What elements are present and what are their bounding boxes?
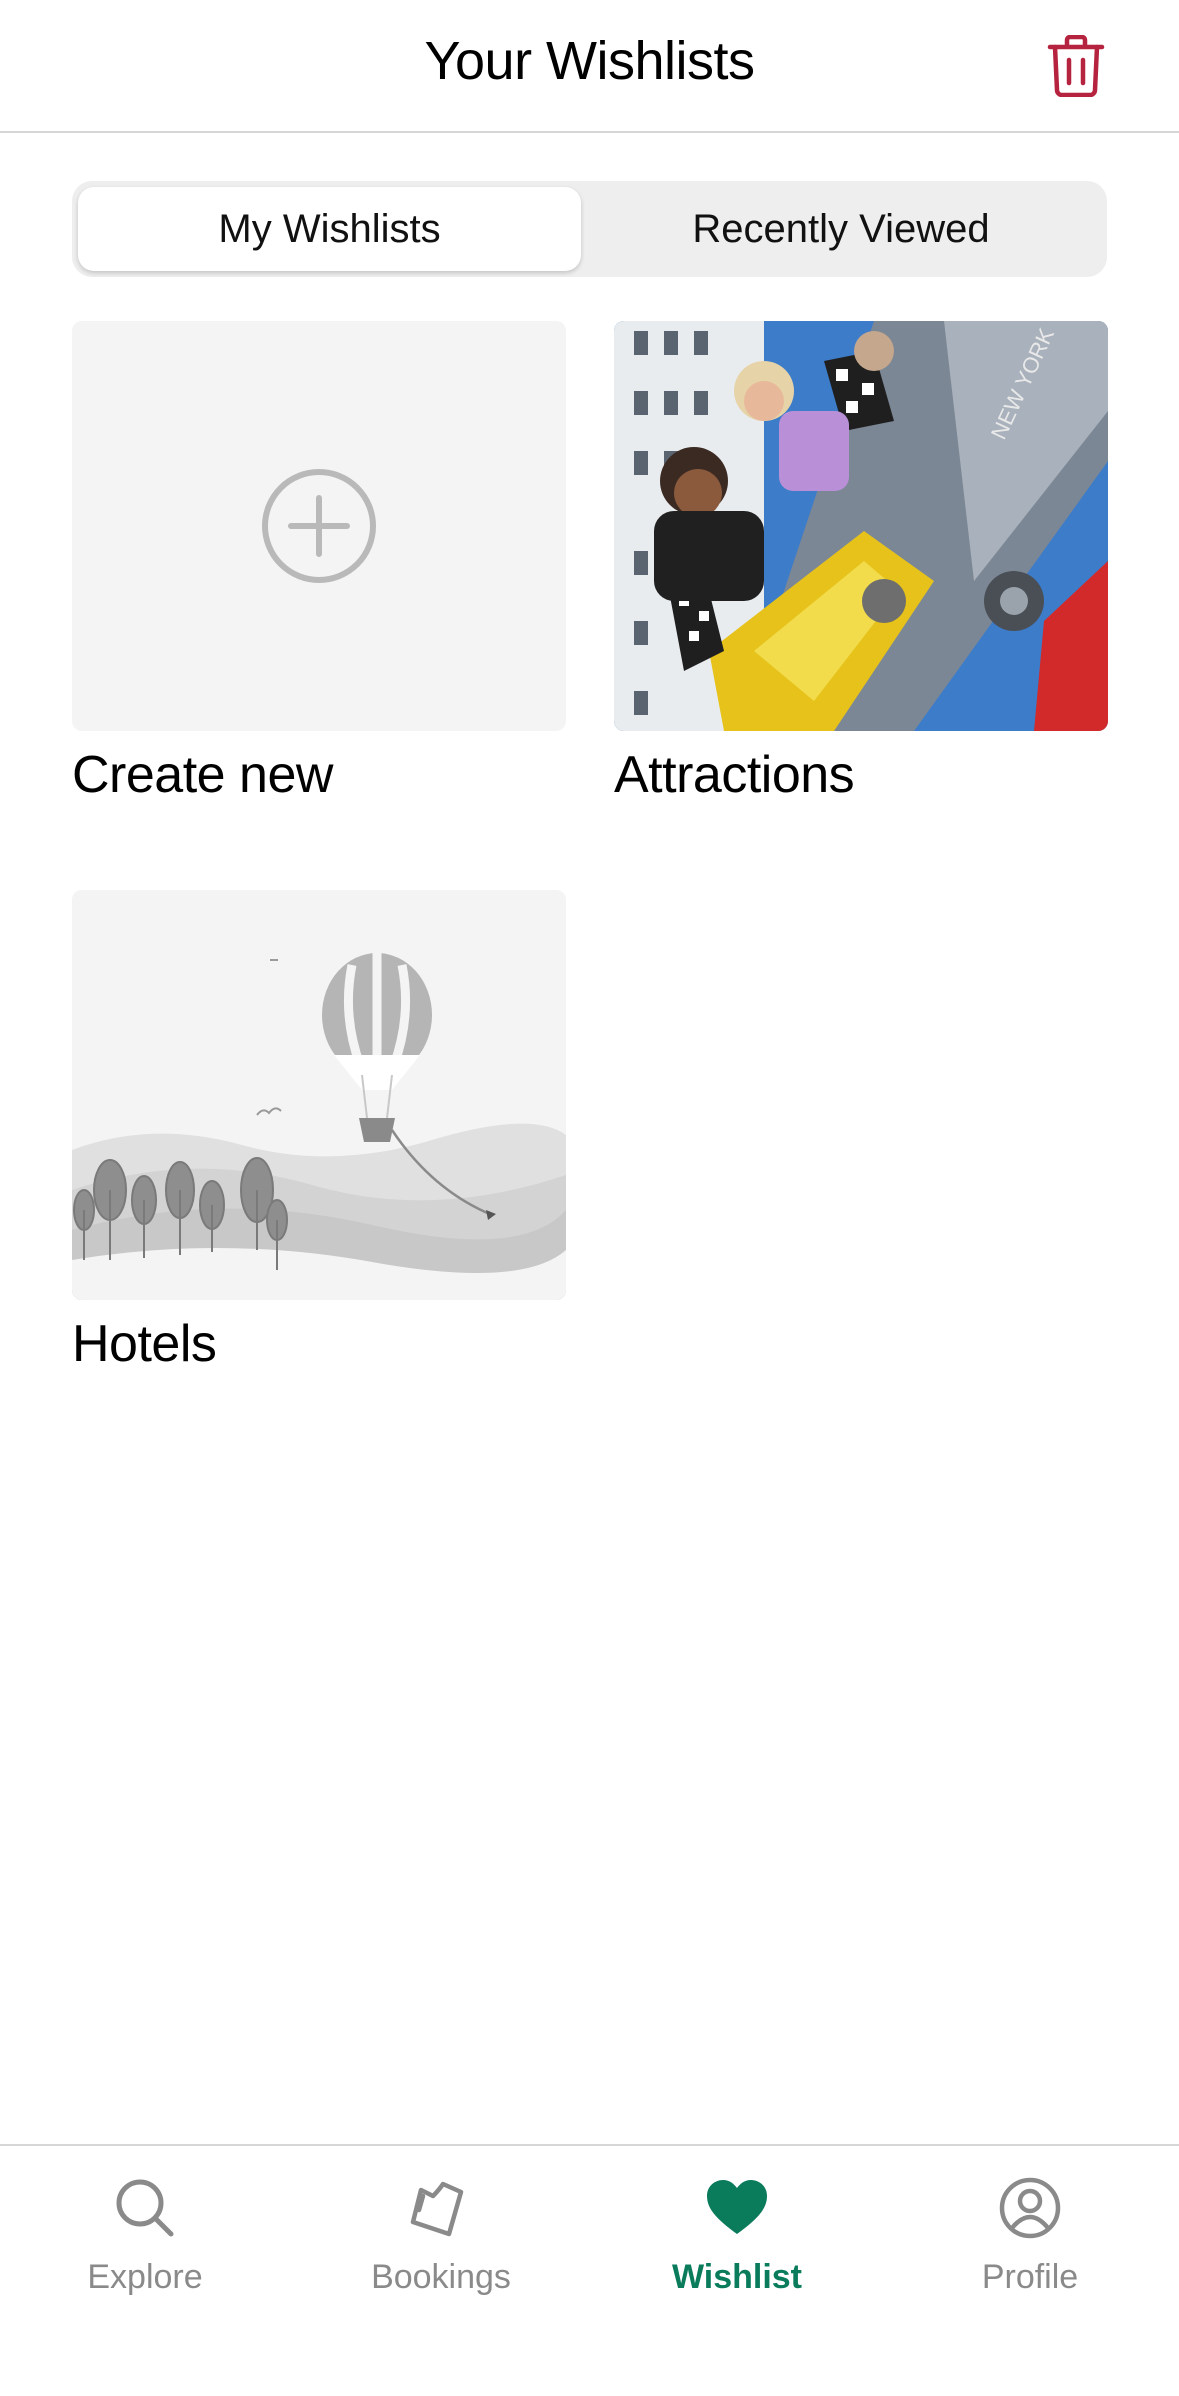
nav-label: Wishlist <box>671 2258 803 2296</box>
nav-explore[interactable]: Explore <box>45 2170 245 2310</box>
trash-icon <box>1047 35 1105 97</box>
header: Your Wishlists <box>0 0 1179 133</box>
nav-wishlist[interactable]: Wishlist <box>637 2170 837 2310</box>
nav-label: Profile <box>981 2258 1079 2296</box>
nav-profile[interactable]: Profile <box>930 2170 1130 2310</box>
roller-coaster-photo: NEW YORK <box>614 321 1108 731</box>
plus-circle-icon <box>262 469 376 583</box>
wishlist-tabs: My Wishlists Recently Viewed <box>72 181 1107 277</box>
tab-my-wishlists[interactable]: My Wishlists <box>78 187 581 271</box>
delete-button[interactable] <box>1040 30 1112 102</box>
wishlist-label: Create new <box>72 746 333 804</box>
wishlist-label: Attractions <box>614 746 855 804</box>
ticket-icon <box>410 2181 464 2237</box>
user-circle-icon <box>999 2177 1061 2239</box>
tab-recently-viewed[interactable]: Recently Viewed <box>581 187 1101 271</box>
wishlist-label: Hotels <box>72 1315 217 1373</box>
search-icon <box>116 2179 174 2237</box>
nav-label: Bookings <box>371 2258 511 2296</box>
page-title: Your Wishlists <box>424 31 755 91</box>
attractions-card[interactable]: NEW YORK Attractions <box>614 321 1108 805</box>
create-new-thumbnail <box>72 321 566 731</box>
nav-label: Explore <box>87 2258 203 2296</box>
hotels-card[interactable]: Hotels <box>72 890 566 1374</box>
create-new-card[interactable]: Create new <box>72 321 566 805</box>
heart-icon <box>707 2180 767 2234</box>
wishlists-screen: Your Wishlists My Wishlists Recently Vie… <box>0 0 1179 2396</box>
nav-bookings[interactable]: Bookings <box>341 2170 541 2310</box>
hot-air-balloon-illustration <box>72 890 566 1300</box>
bottom-nav: Explore Bookings Wishlist Profile <box>0 2144 1179 2396</box>
